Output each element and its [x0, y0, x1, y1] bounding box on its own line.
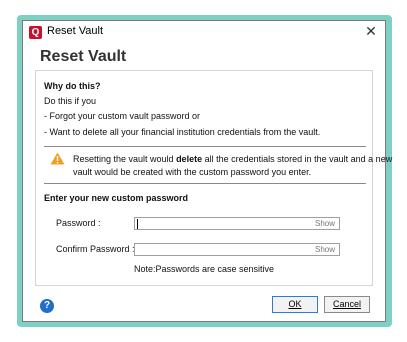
why-bullet-2: - Want to delete all your financial inst…	[44, 127, 321, 137]
help-icon[interactable]: ?	[40, 299, 54, 313]
warning-text-line-2: vault would be created with the custom p…	[73, 167, 312, 177]
why-intro: Do this if you	[44, 96, 97, 106]
confirm-password-label: Confirm Password :	[56, 244, 135, 254]
password-label: Password :	[56, 218, 101, 228]
password-field[interactable]: Show	[134, 217, 340, 230]
password-note: Note:Passwords are case sensitive	[134, 264, 275, 274]
cancel-button[interactable]: Cancel	[324, 296, 370, 313]
app-logo-icon: Q	[29, 26, 42, 39]
warning-icon	[50, 152, 65, 165]
cancel-label: Cancel	[332, 299, 361, 309]
warning-text-line-1: Resetting the vault would delete all the…	[73, 154, 393, 164]
form-heading: Enter your new custom password	[44, 193, 189, 203]
page-title: Reset Vault	[40, 48, 127, 65]
text-caret	[137, 219, 138, 229]
confirm-password-field[interactable]: Show	[134, 243, 340, 256]
window-title: Reset Vault	[47, 25, 104, 37]
password-show-toggle[interactable]: Show	[315, 219, 335, 228]
reset-vault-dialog: Q Reset Vault ✕ Reset Vault Why do this?…	[22, 20, 392, 322]
why-heading: Why do this?	[44, 81, 101, 91]
confirm-password-show-toggle[interactable]: Show	[315, 245, 335, 254]
divider	[44, 146, 366, 147]
title-bar[interactable]: Q Reset Vault ✕	[23, 21, 385, 43]
close-icon[interactable]: ✕	[363, 23, 379, 39]
divider	[44, 183, 366, 184]
why-bullet-1: - Forgot your custom vault password or	[44, 111, 201, 121]
content-panel: Why do this? Do this if you - Forgot you…	[35, 70, 392, 286]
ok-button[interactable]: OK	[272, 296, 318, 313]
